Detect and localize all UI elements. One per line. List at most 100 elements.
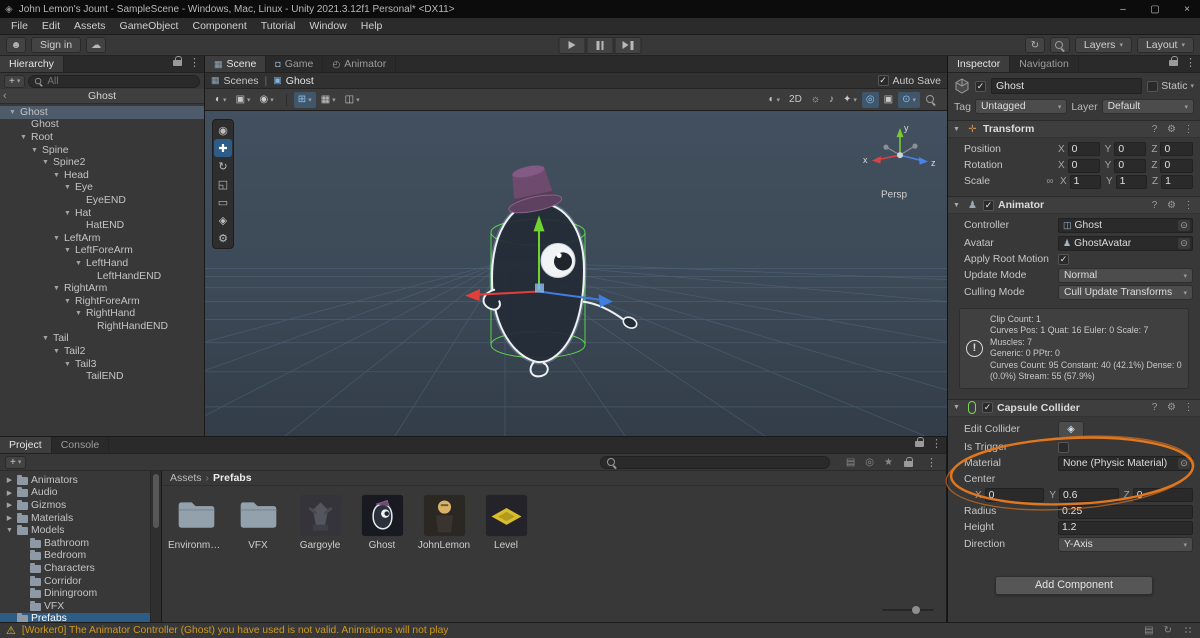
snap-increment-dropdown[interactable]: ◫ ▾ (341, 92, 364, 108)
project-folder-diningroom[interactable]: Diningroom (0, 587, 150, 600)
position-x-input[interactable] (1067, 142, 1100, 157)
apply-root-motion-checkbox[interactable] (1058, 253, 1069, 265)
foldout-arrow-icon[interactable]: ▼ (953, 202, 962, 209)
refresh-icon[interactable]: ↻ (1162, 625, 1174, 636)
kebab-menu-icon[interactable]: ⋮ (1181, 56, 1200, 72)
kebab-menu-icon[interactable]: ⋮ (927, 437, 946, 453)
animator-enabled-checkbox[interactable] (983, 199, 994, 211)
grid-snap-toggle[interactable]: ⊞ ▾ (293, 91, 316, 108)
presets-icon[interactable]: ⚙ (1165, 402, 1178, 413)
menu-gameobject[interactable]: GameObject (113, 20, 186, 32)
kebab-menu-icon[interactable]: ⋮ (922, 456, 941, 469)
hierarchy-item-righthandend[interactable]: RightHandEND (0, 320, 204, 333)
center-x-input[interactable] (984, 488, 1045, 503)
breadcrumb-prefabs[interactable]: Prefabs (213, 472, 252, 484)
scene-search-button[interactable] (921, 92, 940, 108)
layer-dropdown[interactable]: Default ▾ (1101, 99, 1195, 114)
scale-y-input[interactable] (1115, 174, 1147, 189)
hierarchy-item-spine[interactable]: ▼ Spine (0, 144, 204, 157)
project-folder-prefabs[interactable]: Prefabs (0, 612, 150, 622)
lock-icon[interactable] (1169, 56, 1178, 66)
update-mode-dropdown[interactable]: Normal ▾ (1058, 268, 1193, 284)
breadcrumb-scenes[interactable]: Scenes (224, 75, 259, 87)
project-folder-audio[interactable]: ▶ Audio (0, 487, 150, 500)
cloud-icon[interactable]: ☁ (86, 37, 107, 53)
position-y-input[interactable] (1114, 142, 1147, 157)
menu-help[interactable]: Help (354, 20, 390, 32)
visibility-icon[interactable]: ◎ (863, 457, 876, 468)
transform-tool[interactable]: ◈ (214, 211, 232, 229)
foldout-arrow-icon[interactable]: ▼ (74, 260, 83, 267)
tab-scene[interactable]: ▦ Scene (205, 56, 267, 72)
hierarchy-item-leftforearm[interactable]: ▼ LeftForeArm (0, 245, 204, 258)
radius-input[interactable] (1058, 504, 1193, 519)
step-button[interactable] (614, 36, 642, 54)
play-button[interactable] (558, 36, 586, 54)
status-message[interactable]: [Worker0] The Animator Controller (Ghost… (22, 625, 449, 636)
asset-environme[interactable]: Environme... (168, 493, 224, 551)
favorites-icon[interactable]: ★ (882, 457, 895, 468)
view-tool[interactable]: ◉ (214, 121, 232, 139)
prefab-stage-header[interactable]: ‹ Ghost (0, 89, 204, 104)
scene-viewport[interactable]: x y z Persp ◉ ✚ ↻ ◱ ▭ ◈ ⚙ (205, 111, 947, 436)
camera-settings-button[interactable]: ▣ (880, 92, 897, 108)
is-trigger-checkbox[interactable] (1058, 441, 1069, 453)
project-folder-bedroom[interactable]: Bedroom (0, 550, 150, 563)
foldout-arrow-icon[interactable]: ▼ (63, 361, 72, 368)
hierarchy-item-leftarm[interactable]: ▼ LeftArm (0, 232, 204, 245)
rect-tool[interactable]: ▭ (214, 193, 232, 211)
asset-gargoyle[interactable]: Gargoyle (292, 493, 348, 551)
tab-inspector[interactable]: Inspector (948, 56, 1011, 72)
help-icon[interactable]: ? (1148, 402, 1161, 413)
breadcrumb-ghost[interactable]: Ghost (286, 75, 314, 87)
hierarchy-item-rightarm[interactable]: ▼ RightArm (0, 282, 204, 295)
rotation-z-input[interactable] (1160, 158, 1194, 173)
tool-settings-dropdown[interactable]: ◐ ▾ (211, 92, 231, 108)
foldout-arrow-icon[interactable]: ▶ (5, 514, 14, 522)
grid-visibility-dropdown[interactable]: ▦ ▾ (317, 92, 340, 108)
add-component-button[interactable]: Add Component (995, 575, 1153, 595)
object-picker-icon[interactable]: ⊙ (1178, 220, 1190, 232)
search-icon[interactable] (1049, 37, 1070, 53)
static-checkbox[interactable] (1147, 80, 1159, 92)
pivot-point-dropdown[interactable]: ▣ ▾ (232, 92, 255, 108)
minimize-button[interactable]: – (1110, 4, 1136, 15)
gizmos-dropdown[interactable]: ⊙ ▾ (898, 91, 920, 108)
shading-mode-dropdown[interactable]: ◐ ▾ (764, 92, 784, 108)
custom-tool[interactable]: ⚙ (214, 229, 232, 247)
foldout-arrow-icon[interactable]: ▼ (63, 184, 72, 191)
activity-icon[interactable]: ▤ (1142, 625, 1155, 636)
perspective-label[interactable]: Persp (881, 189, 908, 200)
close-button[interactable]: × (1174, 4, 1200, 15)
foldout-arrow-icon[interactable]: ▼ (953, 126, 962, 133)
project-folder-corridor[interactable]: Corridor (0, 575, 150, 588)
scale-z-input[interactable] (1161, 174, 1193, 189)
icon-size-slider[interactable] (882, 606, 934, 614)
foldout-arrow-icon[interactable]: ▶ (5, 489, 14, 497)
effects-dropdown[interactable]: ✦ ▾ (839, 92, 861, 108)
foldout-arrow-icon[interactable]: ▼ (63, 298, 72, 305)
culling-mode-dropdown[interactable]: Cull Update Transforms ▾ (1058, 285, 1193, 301)
position-z-input[interactable] (1160, 142, 1194, 157)
collider-enabled-checkbox[interactable] (982, 402, 993, 414)
menu-window[interactable]: Window (302, 20, 353, 32)
foldout-arrow-icon[interactable]: ▼ (52, 235, 61, 242)
pivot-rotation-dropdown[interactable]: ◉ ▾ (256, 92, 278, 108)
resize-grip-icon[interactable] (1184, 625, 1194, 636)
hierarchy-item-tail2[interactable]: ▼ Tail2 (0, 345, 204, 358)
hierarchy-item-righthand[interactable]: ▼ RightHand (0, 308, 204, 321)
center-z-input[interactable] (1132, 488, 1193, 503)
account-icon[interactable]: ☻ (6, 37, 26, 53)
gameobject-enabled-checkbox[interactable] (975, 80, 986, 92)
project-folder-vfx[interactable]: VFX (0, 600, 150, 613)
scene-visibility-toggle[interactable]: ◎ (861, 91, 879, 108)
lock-icon[interactable] (904, 457, 913, 467)
hierarchy-item-hat[interactable]: ▼ Hat (0, 207, 204, 220)
maximize-button[interactable]: ▢ (1142, 4, 1168, 15)
pause-button[interactable] (586, 36, 614, 54)
presets-icon[interactable]: ⚙ (1165, 124, 1178, 135)
static-dropdown-icon[interactable]: ▾ (1190, 82, 1194, 90)
rotation-x-input[interactable] (1067, 158, 1100, 173)
scene-audio-toggle[interactable]: ♪ (825, 92, 838, 108)
hierarchy-item-spine2[interactable]: ▼ Spine2 (0, 156, 204, 169)
